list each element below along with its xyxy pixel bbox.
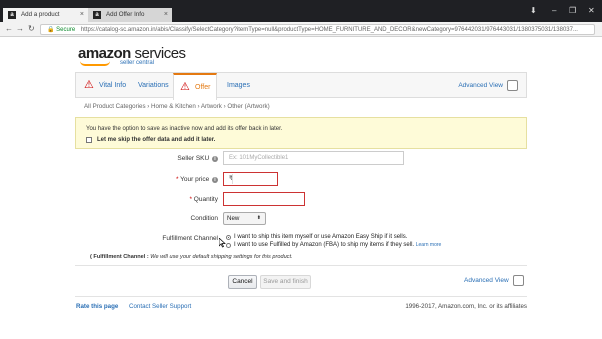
cancel-button[interactable]: Cancel xyxy=(228,275,257,289)
browser-tab-add-product[interactable]: a Add a product × xyxy=(3,8,88,22)
toggle-switch[interactable] xyxy=(507,80,518,91)
advanced-view-toggle-bottom[interactable]: Advanced View xyxy=(464,275,524,286)
quantity-input[interactable] xyxy=(223,192,305,206)
window-close-icon[interactable]: ✕ xyxy=(588,6,595,15)
logo-subtitle: seller central xyxy=(120,60,155,66)
seller-sku-label: Seller SKU i xyxy=(98,155,218,162)
back-icon[interactable]: ← xyxy=(5,24,13,33)
info-icon[interactable]: i xyxy=(212,156,218,162)
tab-variations[interactable]: Variations xyxy=(138,73,169,98)
condition-label: Condition xyxy=(190,215,218,222)
forward-icon[interactable]: → xyxy=(16,24,24,33)
browser-tab-label: Add Offer Info xyxy=(106,11,145,18)
fulfillment-channel-label: Fulfillment Channel xyxy=(162,235,218,242)
browser-tab-strip: a Add a product × a Add Offer Info × ⬇ –… xyxy=(0,0,602,22)
copyright: 1996-2017, Amazon.com, Inc. or its affil… xyxy=(405,303,527,310)
minimize-icon[interactable]: – xyxy=(552,6,556,15)
currency-divider xyxy=(232,174,233,184)
product-tabs-bar: ⚠ Vital Info Variations ⚠ Offer Images Adv… xyxy=(75,72,527,100)
browser-tab-add-offer-info[interactable]: a Add Offer Info × xyxy=(88,8,172,22)
ship-myself-radio[interactable] xyxy=(226,235,231,240)
contact-seller-support-link[interactable]: Contact Seller Support xyxy=(129,303,191,310)
close-tab-icon[interactable]: × xyxy=(164,8,168,22)
lock-icon: 🔒 xyxy=(47,27,55,33)
fulfillment-note: ( Fulfillment Channel : We will use your… xyxy=(90,254,293,260)
amazon-favicon-icon: a xyxy=(93,11,101,19)
condition-select[interactable]: New ⬍ xyxy=(223,212,266,225)
offer-skip-notice: You have the option to save as inactive … xyxy=(75,117,527,149)
seller-central-logo[interactable]: amazon services seller central xyxy=(78,45,186,66)
notice-message: You have the option to save as inactive … xyxy=(86,126,283,132)
chevron-down-icon: ⬍ xyxy=(256,215,261,221)
learn-more-link[interactable]: Learn more xyxy=(416,242,442,248)
tab-images[interactable]: Images xyxy=(227,73,250,98)
tab-vital-info[interactable]: ⚠ Vital Info xyxy=(84,73,126,98)
secure-label: Secure xyxy=(56,27,76,33)
seller-sku-input[interactable]: Ex: 101MyCollectible1 xyxy=(223,151,404,165)
fba-label[interactable]: I want to use Fulfilled by Amazon (FBA) … xyxy=(234,242,441,248)
ship-myself-label[interactable]: I want to ship this item myself or use A… xyxy=(234,234,407,240)
window-user-icon[interactable]: ⬇ xyxy=(530,6,537,15)
divider xyxy=(75,265,527,266)
amazon-smile-icon xyxy=(80,61,110,66)
browser-tab-label: Add a product xyxy=(21,11,60,18)
skip-offer-label[interactable]: Let me skip the offer data and add it la… xyxy=(97,137,215,143)
skip-offer-checkbox[interactable] xyxy=(86,137,92,143)
address-bar: ← → ↻ 🔒 Secure https://catalog-sc.amazon… xyxy=(0,22,602,37)
quantity-label: * Quantity xyxy=(189,196,218,203)
url-text: https://catalog-sc.amazon.in/abis/Classi… xyxy=(80,27,578,33)
url-input[interactable]: 🔒 Secure https://catalog-sc.amazon.in/ab… xyxy=(40,24,595,35)
tab-offer[interactable]: ⚠ Offer xyxy=(173,73,218,100)
info-icon[interactable]: i xyxy=(212,177,218,183)
your-price-label: * Your price i xyxy=(98,176,218,183)
warning-icon: ⚠ xyxy=(180,81,190,93)
close-tab-icon[interactable]: × xyxy=(80,8,84,22)
rate-this-page-link[interactable]: Rate this page xyxy=(76,303,118,310)
reload-icon[interactable]: ↻ xyxy=(28,24,35,33)
amazon-favicon-icon: a xyxy=(8,11,16,19)
maximize-icon[interactable]: ❐ xyxy=(569,6,576,15)
fba-radio[interactable] xyxy=(226,243,231,248)
advanced-view-toggle[interactable]: Advanced View xyxy=(458,80,518,91)
toggle-switch[interactable] xyxy=(512,275,524,286)
warning-icon: ⚠ xyxy=(84,79,94,91)
breadcrumb: All Product Categories › Home & Kitchen … xyxy=(84,103,270,110)
save-and-finish-button[interactable]: Save and finish xyxy=(260,275,311,289)
footer-divider xyxy=(75,296,527,297)
